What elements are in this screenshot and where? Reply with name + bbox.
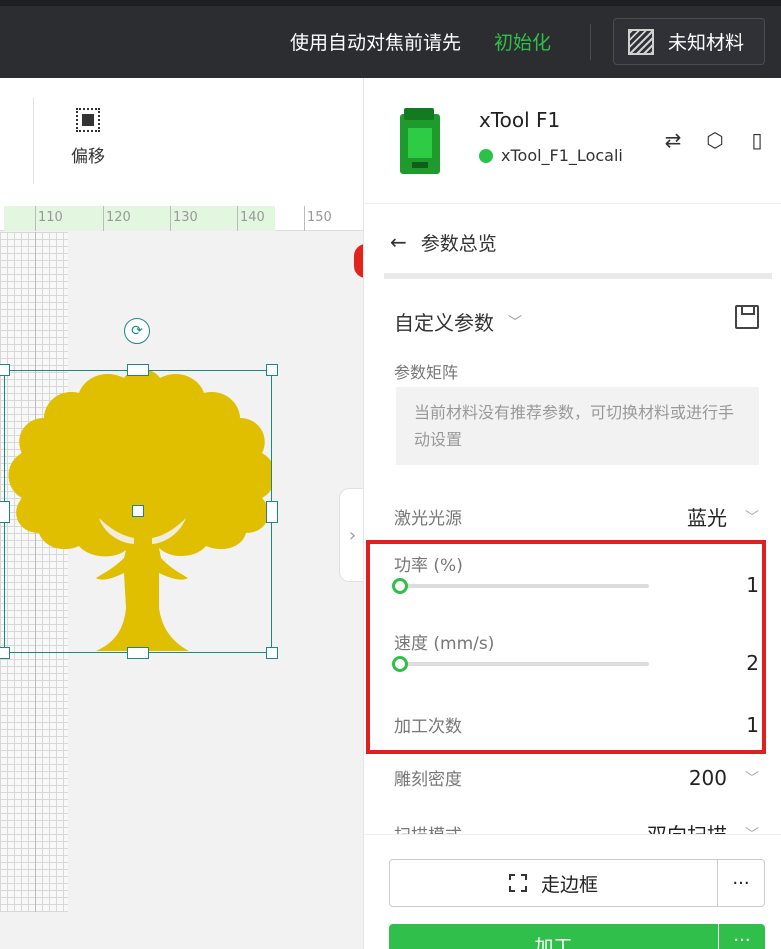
matrix-label: 参数矩阵 [394, 363, 459, 382]
device-header: xTool F1 xTool_F1_Locali ⇄ ⬡ ▯ [364, 78, 781, 204]
resize-handle-top-right[interactable] [266, 364, 278, 376]
material-texture-icon [628, 28, 654, 55]
divider [590, 24, 591, 60]
offset-tool-button[interactable]: 偏移 [62, 108, 114, 167]
laser-source-row[interactable]: 激光光源 蓝光 ﹀ [394, 502, 759, 531]
initialize-link[interactable]: 初始化 [494, 28, 551, 55]
more-label: ··· [732, 872, 750, 894]
resize-handle-top[interactable] [127, 364, 149, 376]
overview-header: ← 参数总览 [364, 205, 781, 279]
material-button[interactable]: 未知材料 [613, 18, 765, 65]
resize-handle-bottom[interactable] [127, 647, 149, 659]
settings-hex-icon[interactable]: ⬡ [704, 128, 726, 152]
ruler-label: 140 [240, 210, 265, 225]
material-label: 未知材料 [668, 32, 745, 54]
rotate-handle[interactable]: ⟳ [124, 318, 150, 344]
chevron-down-icon: ﹀ [745, 509, 759, 526]
device-actions: ⇄ ⬡ ▯ [662, 128, 768, 152]
connection-name: xTool_F1_Locali [501, 146, 623, 165]
save-preset-icon[interactable] [735, 305, 759, 329]
canvas-toolbar: 偏移 [0, 78, 363, 206]
resize-handle-left[interactable] [0, 501, 10, 523]
resize-handle-bottom-right[interactable] [266, 647, 278, 659]
top-strip [0, 0, 781, 6]
ruler-label: 110 [38, 210, 63, 225]
resize-handle-top-left[interactable] [0, 364, 10, 376]
top-bar: 使用自动对焦前请先 初始化 未知材料 [0, 0, 781, 78]
toolbar-divider [33, 98, 34, 184]
chevron-down-icon: ﹀ [745, 770, 759, 787]
ruler-label: 120 [106, 210, 131, 225]
chevron-down-icon: ﹀ [508, 314, 522, 331]
offset-icon [76, 108, 100, 132]
density-value: 200 [688, 765, 727, 790]
ruler-label: 150 [307, 210, 332, 225]
frame-icon [508, 874, 527, 892]
laser-source-value: 蓝光 [687, 506, 727, 530]
frame-label: 走边框 [540, 873, 598, 896]
center-handle[interactable] [132, 505, 144, 517]
notification-dot[interactable] [354, 244, 363, 278]
process-more-button[interactable]: ··· [719, 924, 765, 949]
action-footer: 走边框 ··· 加工 ··· [364, 834, 781, 949]
device-image [400, 108, 440, 174]
more-label: ··· [733, 930, 751, 949]
document-icon[interactable]: ▯ [746, 128, 768, 152]
preset-selector[interactable]: 自定义参数 ﹀ [394, 305, 759, 336]
chevron-right-icon: › [348, 524, 357, 546]
back-arrow-icon[interactable]: ← [390, 230, 407, 254]
device-connection[interactable]: xTool_F1_Locali [479, 146, 623, 165]
swap-icon[interactable]: ⇄ [662, 128, 684, 152]
autofocus-notice: 使用自动对焦前请先 [290, 32, 462, 54]
horizontal-ruler: 110 120 130 140 150 [0, 206, 363, 231]
laser-source-label: 激光光源 [394, 509, 462, 529]
frame-button[interactable]: 走边框 [389, 859, 718, 907]
collapse-panel-button[interactable]: › [339, 488, 363, 582]
density-label: 雕刻密度 [394, 770, 462, 790]
process-label: 加工 [534, 936, 573, 949]
matrix-hint-box: 当前材料没有推荐参数，可切换材料或进行手动设置 [396, 387, 759, 465]
resize-handle-right[interactable] [266, 501, 278, 523]
density-row[interactable]: 雕刻密度 200 ﹀ [394, 765, 759, 791]
resize-handle-bottom-left[interactable] [0, 647, 10, 659]
canvas-area[interactable]: 偏移 110 120 130 140 150 ⟳ › [0, 78, 363, 949]
tab-strip [384, 273, 772, 279]
overview-title: 参数总览 [420, 232, 497, 255]
ruler-label: 130 [173, 210, 198, 225]
process-button[interactable]: 加工 [389, 924, 718, 949]
highlight-annotation [366, 540, 766, 754]
preset-name: 自定义参数 [394, 311, 494, 335]
connected-status-icon [479, 148, 493, 163]
offset-label: 偏移 [71, 147, 105, 167]
device-name: xTool F1 [479, 108, 561, 132]
right-panel: xTool F1 xTool_F1_Locali ⇄ ⬡ ▯ ← 参数总览 自定… [363, 78, 781, 949]
frame-more-button[interactable]: ··· [717, 859, 765, 907]
